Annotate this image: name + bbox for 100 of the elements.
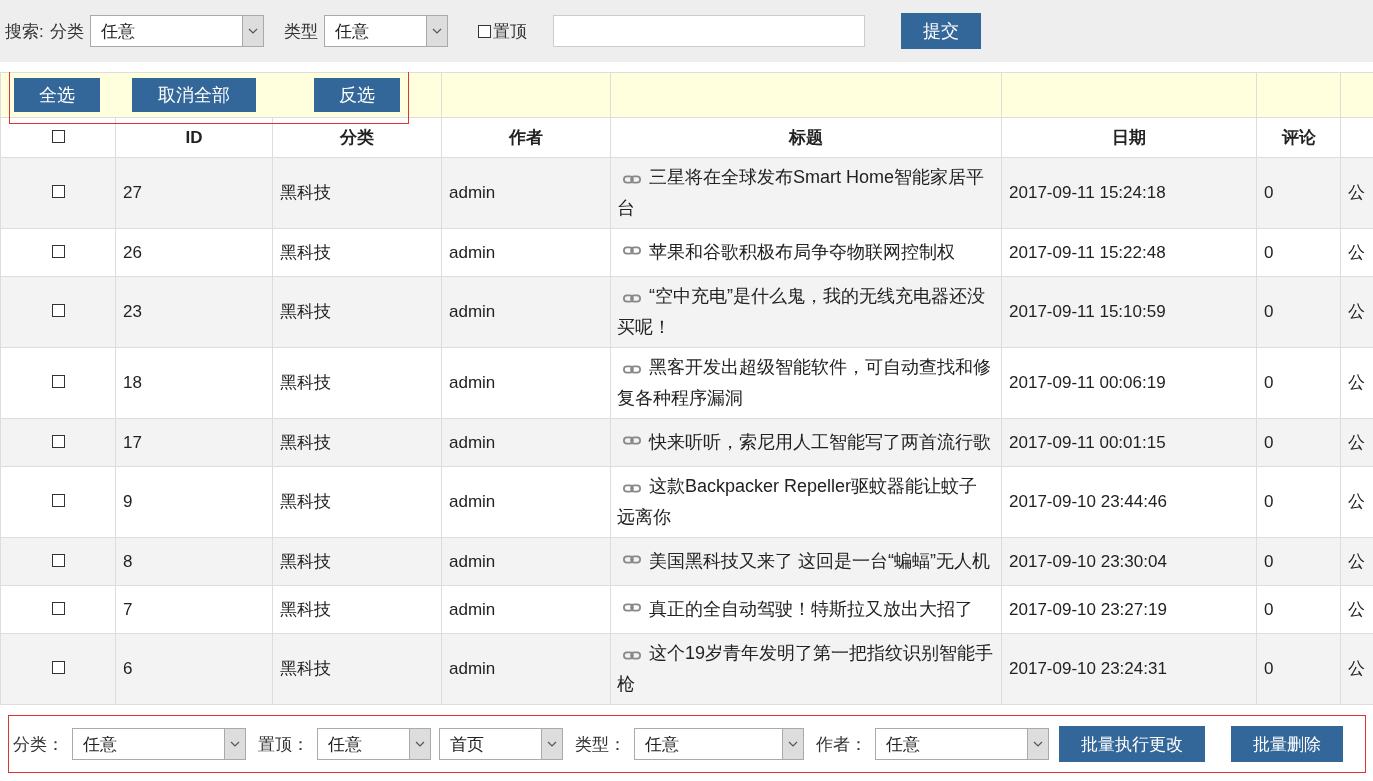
table-cell: 23 <box>115 276 273 348</box>
type-select[interactable]: 任意 <box>323 15 448 47</box>
table-cell: 2017-09-10 23:24:31 <box>1001 633 1257 705</box>
table-cell: 2017-09-11 00:01:15 <box>1001 418 1257 467</box>
batch-select[interactable]: 任意 <box>634 728 804 760</box>
batch-select[interactable]: 任意 <box>317 728 431 760</box>
table-cell: 公 <box>1348 242 1365 262</box>
column-header: 分类 <box>272 117 442 158</box>
batch-select[interactable]: 任意 <box>875 728 1049 760</box>
pinned-label: 置顶 <box>492 20 527 43</box>
batch-select[interactable]: 任意 <box>72 728 246 760</box>
table-cell: 0 <box>1256 276 1341 348</box>
keyword-input[interactable] <box>552 15 865 47</box>
batch-field-label: 作者： <box>816 733 867 756</box>
table-cell: 黑科技 <box>272 633 442 705</box>
table-cell: admin <box>441 585 611 634</box>
table-cell: 26 <box>115 228 273 277</box>
chain-link-icon <box>623 603 641 612</box>
table-cell: 8 <box>115 537 273 586</box>
table-cell: 黑科技 <box>272 157 442 229</box>
category-label: 分类 <box>49 20 84 43</box>
table-cell: 公 <box>1348 302 1365 321</box>
table-cell: 27 <box>115 157 273 229</box>
row-checkbox[interactable] <box>51 244 65 258</box>
table-cell: 黑科技 <box>272 228 442 277</box>
table-cell: 0 <box>1256 347 1341 419</box>
table-cell: admin <box>441 633 611 705</box>
pinned-checkbox[interactable] <box>477 24 491 38</box>
chain-link-icon <box>623 651 641 660</box>
row-checkbox[interactable] <box>51 661 65 674</box>
chain-link-icon <box>623 555 641 564</box>
bulk-select-button[interactable]: 反选 <box>314 78 400 112</box>
table-cell: 黑科技 <box>272 418 442 467</box>
row-checkbox[interactable] <box>51 494 65 507</box>
table-cell: 0 <box>1256 157 1341 229</box>
submit-button[interactable]: 提交 <box>900 13 981 49</box>
category-select[interactable]: 任意 <box>89 15 264 47</box>
batch-field-label: 分类： <box>13 733 64 756</box>
table-cell: 公 <box>1348 183 1365 202</box>
row-checkbox[interactable] <box>51 553 65 567</box>
table-cell: 黑科技 <box>272 537 442 586</box>
table-cell: admin <box>441 418 611 467</box>
row-checkbox[interactable] <box>51 304 65 317</box>
column-header: 日期 <box>1001 117 1257 158</box>
select-all-checkbox[interactable] <box>51 129 65 143</box>
table-cell: 公 <box>1348 599 1365 619</box>
table-cell: admin <box>441 228 611 277</box>
table-cell: 0 <box>1256 537 1341 586</box>
chain-link-icon <box>623 436 641 445</box>
chain-link-icon <box>623 484 641 493</box>
column-header: 标题 <box>610 117 1002 158</box>
table-cell: admin <box>441 276 611 348</box>
table-cell: 公 <box>1348 492 1365 511</box>
table-cell: 0 <box>1256 466 1341 538</box>
table-cell: 17 <box>115 418 273 467</box>
batch-action-button[interactable]: 批量删除 <box>1231 726 1343 762</box>
table-cell: admin <box>441 347 611 419</box>
table-cell: 2017-09-10 23:30:04 <box>1001 537 1257 586</box>
table-cell: 0 <box>1256 228 1341 277</box>
table-cell: 公 <box>1348 659 1365 678</box>
table-cell: 黑科技 <box>272 347 442 419</box>
column-header: 作者 <box>441 117 611 158</box>
table-cell: 2017-09-10 23:27:19 <box>1001 585 1257 634</box>
batch-field-label: 置顶： <box>258 733 309 756</box>
table-cell: 公 <box>1348 551 1365 571</box>
chain-link-icon <box>623 175 641 184</box>
table-cell: 9 <box>115 466 273 538</box>
table-cell: 0 <box>1256 633 1341 705</box>
row-checkbox[interactable] <box>51 601 65 615</box>
table-cell: 黑科技 <box>272 585 442 634</box>
table-cell: 黑科技 <box>272 466 442 538</box>
table-cell: 6 <box>115 633 273 705</box>
bulk-select-button[interactable]: 全选 <box>14 78 100 112</box>
batch-action-button[interactable]: 批量执行更改 <box>1059 726 1205 762</box>
search-label: 搜索: <box>5 20 44 43</box>
table-cell: 2017-09-11 15:10:59 <box>1001 276 1257 348</box>
table-cell: 0 <box>1256 418 1341 467</box>
chain-link-icon <box>623 365 641 374</box>
row-checkbox[interactable] <box>51 185 65 198</box>
row-checkbox[interactable] <box>51 434 65 448</box>
chain-link-icon <box>623 294 641 303</box>
row-checkbox[interactable] <box>51 375 65 388</box>
table-cell: admin <box>441 466 611 538</box>
table-cell: admin <box>441 157 611 229</box>
table-cell: 2017-09-11 15:22:48 <box>1001 228 1257 277</box>
table-cell: 2017-09-11 00:06:19 <box>1001 347 1257 419</box>
table-cell: 黑科技 <box>272 276 442 348</box>
batch-field-label: 类型： <box>575 733 626 756</box>
table-cell: 2017-09-10 23:44:46 <box>1001 466 1257 538</box>
table-cell: 公 <box>1348 432 1365 452</box>
table-cell: 18 <box>115 347 273 419</box>
table-cell: 7 <box>115 585 273 634</box>
column-header: 评论 <box>1256 117 1341 158</box>
bulk-select-button[interactable]: 取消全部 <box>132 78 256 112</box>
batch-select[interactable]: 首页 <box>439 728 563 760</box>
table-cell: admin <box>441 537 611 586</box>
table-cell: 0 <box>1256 585 1341 634</box>
type-label: 类型 <box>283 20 318 43</box>
table-cell: 2017-09-11 15:24:18 <box>1001 157 1257 229</box>
column-header: ID <box>115 117 273 158</box>
